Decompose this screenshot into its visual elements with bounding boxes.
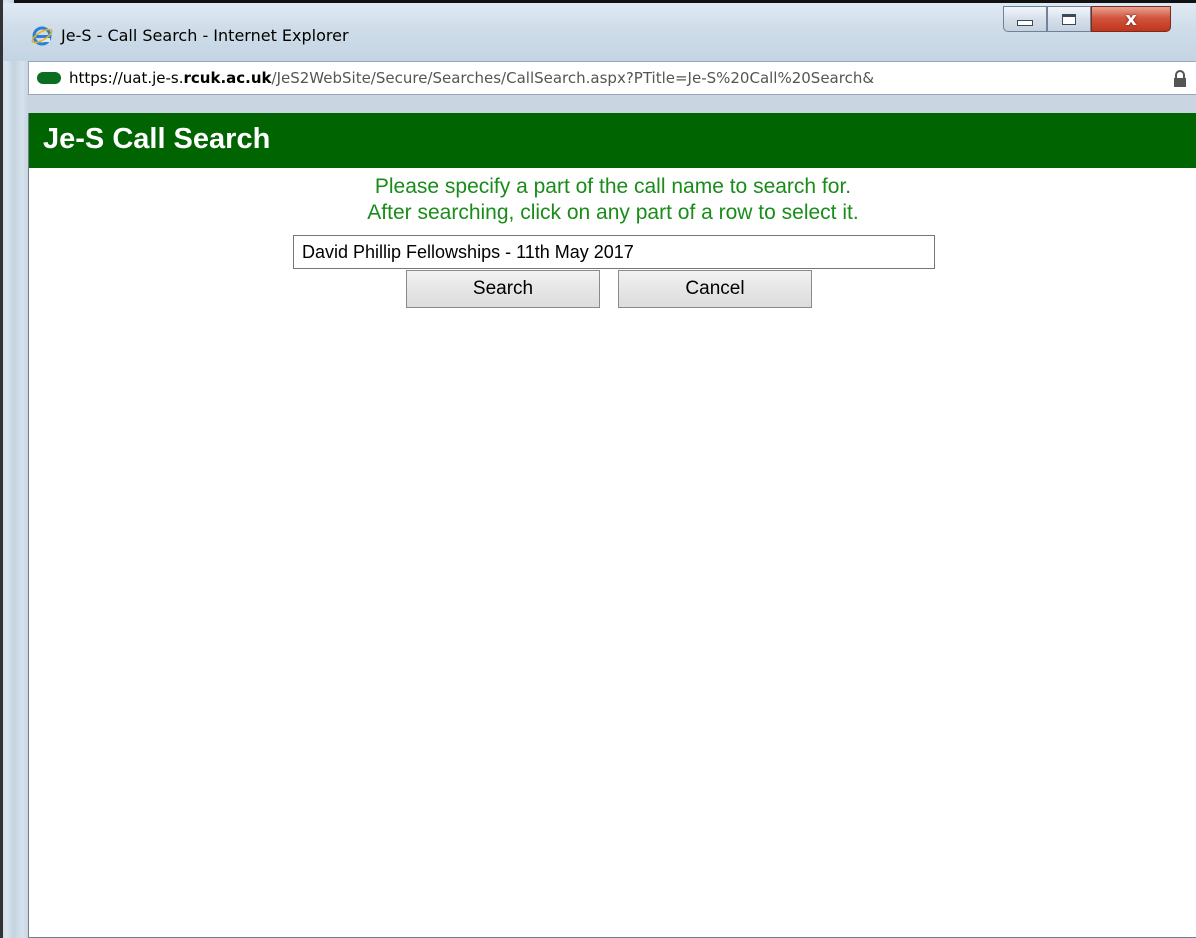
site-identity-icon xyxy=(37,72,61,84)
close-icon: x xyxy=(1125,8,1137,30)
url-prefix: https://uat.je-s. xyxy=(69,69,184,87)
instructions: Please specify a part of the call name t… xyxy=(29,174,1196,226)
maximize-button[interactable] xyxy=(1047,6,1091,32)
page-title: Je-S Call Search xyxy=(43,123,271,155)
url-path: /JeS2WebSite/Secure/Searches/CallSearch.… xyxy=(271,69,875,87)
call-name-search-input[interactable] xyxy=(293,235,935,269)
page-content: Je-S Call Search Please specify a part o… xyxy=(28,113,1196,938)
address-bar[interactable]: https://uat.je-s.rcuk.ac.uk/JeS2WebSite/… xyxy=(28,61,1196,95)
window-title: Je-S - Call Search - Internet Explorer xyxy=(61,26,349,45)
window-left-border xyxy=(0,0,3,938)
page-header: Je-S Call Search xyxy=(29,113,1196,168)
url-text[interactable]: https://uat.je-s.rcuk.ac.uk/JeS2WebSite/… xyxy=(69,69,874,87)
title-bar[interactable]: Je-S - Call Search - Internet Explorer x xyxy=(3,3,1196,61)
internet-explorer-icon xyxy=(31,26,53,46)
window-controls: x xyxy=(1003,6,1171,34)
instruction-line-1: Please specify a part of the call name t… xyxy=(374,175,852,198)
instruction-line-2: After searching, click on any part of a … xyxy=(367,201,859,224)
close-button[interactable]: x xyxy=(1091,6,1171,32)
lock-icon[interactable] xyxy=(1172,70,1188,88)
cancel-button[interactable]: Cancel xyxy=(618,270,812,308)
browser-window: Je-S - Call Search - Internet Explorer x… xyxy=(0,0,1196,938)
url-domain: rcuk.ac.uk xyxy=(183,69,272,87)
minimize-button[interactable] xyxy=(1003,6,1047,32)
search-button[interactable]: Search xyxy=(406,270,600,308)
minimize-icon xyxy=(1017,20,1033,26)
maximize-icon xyxy=(1062,13,1076,25)
